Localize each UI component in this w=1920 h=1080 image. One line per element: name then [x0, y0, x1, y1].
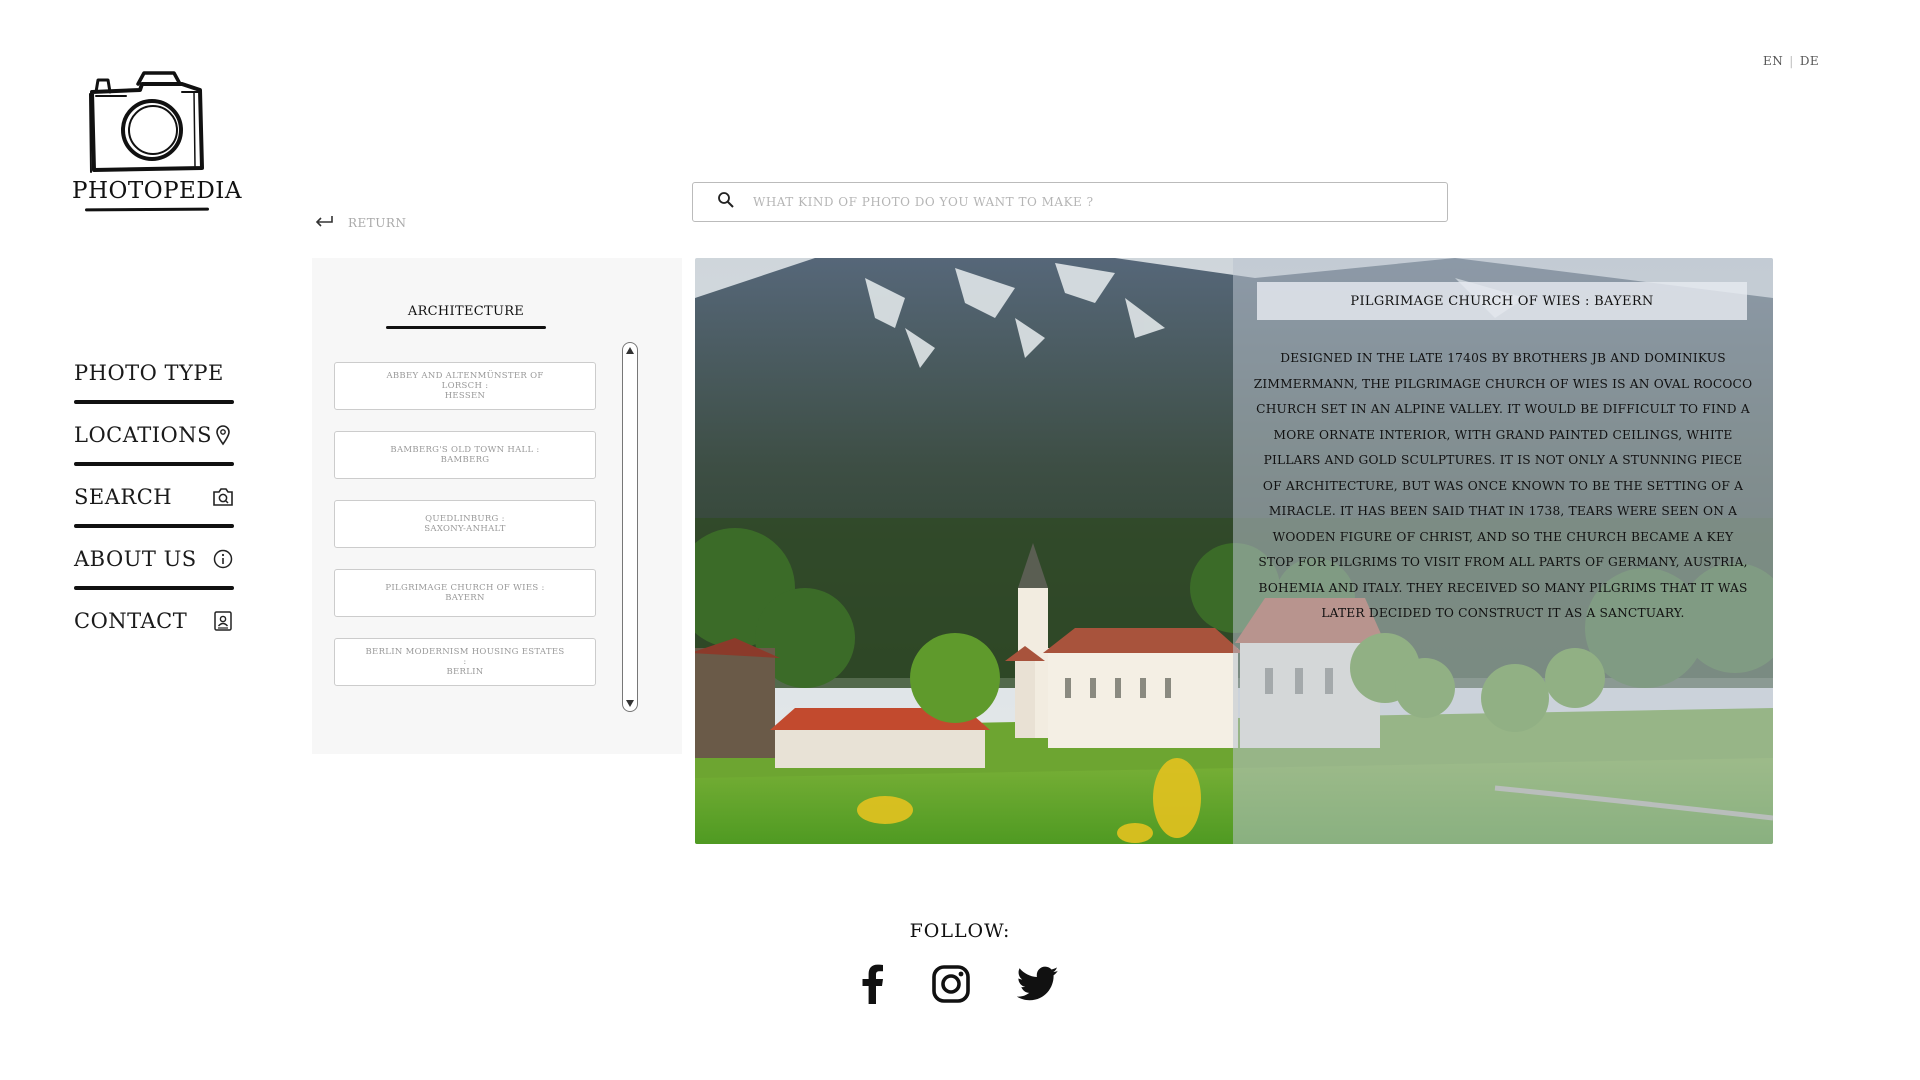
return-label: RETURN: [348, 215, 407, 230]
nav-item-label: LOCATIONS: [74, 423, 213, 447]
info-description: DESIGNED IN THE LATE 1740S BY BROTHERS J…: [1253, 351, 1753, 620]
nav-item-locations[interactable]: LOCATIONS: [74, 416, 234, 466]
contact-card-icon: [212, 610, 234, 632]
category-title[interactable]: ARCHITECTURE: [386, 304, 546, 329]
list-item[interactable]: PILGRIMAGE CHURCH OF WIES : BAYERN: [334, 569, 596, 617]
list-item-line2: BERLIN: [446, 667, 484, 677]
sidebar-nav: PHOTO TYPE LOCATIONS SEARCH ABOUT US CON…: [74, 354, 234, 640]
language-switch: EN | DE: [1763, 54, 1819, 68]
list-item[interactable]: BERLIN MODERNISM HOUSING ESTATES : BERLIN: [334, 638, 596, 686]
list-item-line2: BAYERN: [445, 593, 485, 603]
search-bar[interactable]: [692, 182, 1448, 222]
nav-underline: [74, 586, 234, 590]
camera-search-icon: [212, 486, 234, 508]
info-overlay: PILGRIMAGE CHURCH OF WIES : BAYERN DESIG…: [1233, 258, 1773, 844]
logo-text: PHOTOPEDIA: [72, 178, 242, 204]
info-icon: [212, 548, 234, 570]
list-item[interactable]: QUEDLINBURG : SAXONY-ANHALT: [334, 500, 596, 548]
list-item-line2: HESSEN: [444, 391, 486, 401]
nav-item-about-us[interactable]: ABOUT US: [74, 540, 234, 590]
return-button[interactable]: RETURN: [314, 214, 406, 231]
nav-underline: [74, 400, 234, 404]
lang-separator: |: [1789, 54, 1794, 68]
list-item-line1: BAMBERG'S OLD TOWN HALL :: [390, 445, 540, 455]
location-list: ABBEY AND ALTENMÜNSTER OF LORSCH : HESSEN…: [334, 362, 596, 686]
location-pin-icon: [212, 424, 234, 446]
info-title: PILGRIMAGE CHURCH OF WIES : BAYERN: [1257, 282, 1747, 320]
list-item-line1: QUEDLINBURG :: [425, 514, 505, 524]
category-title-underline: [386, 326, 546, 329]
nav-item-label: CONTACT: [74, 609, 188, 633]
category-panel: ARCHITECTURE ABBEY AND ALTENMÜNSTER OF L…: [312, 258, 682, 754]
nav-item-photo-type[interactable]: PHOTO TYPE: [74, 354, 234, 404]
list-scrollbar[interactable]: [622, 342, 638, 712]
twitter-icon[interactable]: [1017, 962, 1059, 1006]
list-item[interactable]: ABBEY AND ALTENMÜNSTER OF LORSCH : HESSEN: [334, 362, 596, 410]
lang-de[interactable]: DE: [1800, 54, 1819, 68]
follow-label: FOLLOW:: [909, 920, 1011, 942]
nav-item-label: ABOUT US: [74, 547, 197, 571]
return-arrow-icon: [314, 214, 334, 231]
nav-item-search[interactable]: SEARCH: [74, 478, 234, 528]
list-item-line1: BERLIN MODERNISM HOUSING ESTATES :: [365, 647, 565, 667]
search-input[interactable]: [753, 195, 1447, 209]
scroll-up-arrow-icon[interactable]: [626, 347, 634, 354]
list-item-line2: SAXONY-ANHALT: [424, 524, 506, 534]
facebook-icon[interactable]: [861, 962, 885, 1006]
social-links: [0, 962, 1920, 1006]
nav-item-label: SEARCH: [74, 485, 173, 509]
list-item-line2: BAMBERG: [440, 455, 490, 465]
scroll-down-arrow-icon[interactable]: [626, 700, 634, 707]
lang-en[interactable]: EN: [1763, 54, 1783, 68]
nav-underline: [74, 524, 234, 528]
list-item-line1: ABBEY AND ALTENMÜNSTER OF LORSCH :: [386, 371, 544, 391]
location-photo: PILGRIMAGE CHURCH OF WIES : BAYERN DESIG…: [695, 258, 1773, 844]
instagram-icon[interactable]: [931, 962, 971, 1006]
list-item-line1: PILGRIMAGE CHURCH OF WIES :: [385, 583, 545, 593]
list-item[interactable]: BAMBERG'S OLD TOWN HALL : BAMBERG: [334, 431, 596, 479]
nav-underline: [74, 462, 234, 466]
search-icon: [717, 191, 735, 213]
nav-item-contact[interactable]: CONTACT: [74, 602, 234, 640]
logo[interactable]: PHOTOPEDIA: [72, 70, 242, 212]
camera-logo-icon: [89, 71, 204, 173]
nav-item-label: PHOTO TYPE: [74, 361, 224, 385]
logo-underline: [84, 207, 210, 212]
category-title-text: ARCHITECTURE: [407, 304, 525, 319]
